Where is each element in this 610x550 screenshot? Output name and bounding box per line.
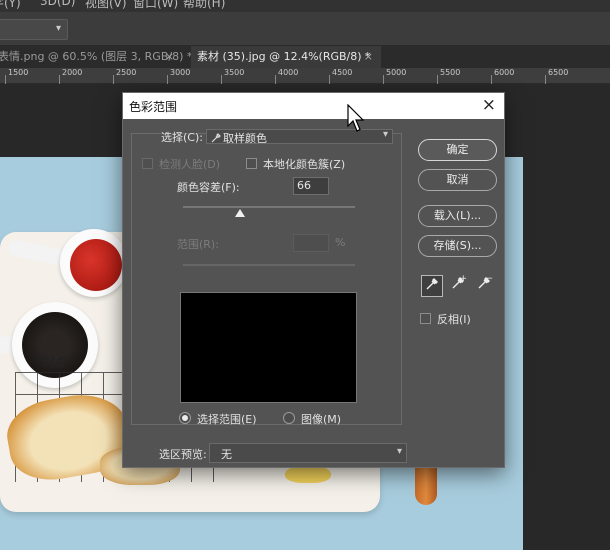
range-unit: %: [335, 236, 346, 249]
detect-faces-checkbox[interactable]: [142, 158, 153, 169]
select-label: 选择(C):: [161, 131, 203, 144]
menu-item-view[interactable]: 视图(V): [85, 0, 127, 11]
ruler-tick: 5000: [386, 68, 407, 77]
selection-radio[interactable]: [179, 412, 191, 424]
range-input[interactable]: [293, 234, 329, 252]
eyedropper-minus-icon[interactable]: −: [473, 275, 495, 297]
eyedropper-icon[interactable]: [421, 275, 443, 297]
ruler-tick: 4500: [332, 68, 353, 77]
tab-label: 表情.png @ 60.5% (图层 3, RGB/8) *: [0, 50, 193, 63]
localized-clusters-checkbox[interactable]: [246, 158, 257, 169]
select-value: 取样颜色: [223, 132, 267, 145]
ruler-tick: 3000: [170, 68, 191, 77]
menu-item-3d[interactable]: 3D(D): [40, 0, 75, 8]
mouse-cursor-icon: [347, 104, 365, 132]
selection-preview: [180, 292, 357, 403]
ruler-tick: 6500: [548, 68, 569, 77]
tab-label: 素材 (35).jpg @ 12.4%(RGB/8) *: [197, 50, 371, 63]
menu-bar: 文字(Y) 3D(D) 视图(V) 窗口(W) 帮助(H): [0, 0, 610, 12]
document-tab-bar: 表情.png @ 60.5% (图层 3, RGB/8) * × 素材 (35)…: [0, 46, 610, 68]
ruler-tick: 5500: [440, 68, 461, 77]
tab-document-1[interactable]: 表情.png @ 60.5% (图层 3, RGB/8) * ×: [0, 46, 192, 68]
ketchup: [70, 239, 122, 291]
fuzziness-label: 颜色容差(F):: [177, 181, 240, 194]
chevron-down-icon: ▾: [55, 23, 61, 34]
fuzziness-slider-track[interactable]: [183, 206, 355, 208]
localized-clusters-label: 本地化颜色簇(Z): [263, 158, 346, 171]
tab-document-2[interactable]: 素材 (35).jpg @ 12.4%(RGB/8) * ×: [191, 46, 381, 68]
menu-item-help[interactable]: 帮助(H): [183, 0, 225, 11]
image-radio[interactable]: [283, 412, 295, 424]
eyedropper-icon: [211, 133, 221, 143]
detect-faces-label: 检测人脸(D): [159, 158, 221, 171]
invert-checkbox[interactable]: [420, 313, 431, 324]
ruler-tick: 6000: [494, 68, 515, 77]
range-label: 范围(R):: [177, 238, 219, 251]
minus-modifier: −: [485, 274, 493, 284]
close-icon[interactable]: ×: [482, 95, 496, 115]
chevron-down-icon: ▾: [382, 129, 388, 140]
options-bar: [0, 12, 610, 46]
plus-modifier: +: [459, 274, 467, 284]
selection-radio-label: 选择范围(E): [197, 413, 257, 426]
eyedropper-plus-icon[interactable]: +: [447, 275, 469, 297]
color-range-dialog: 色彩范围 × 选择(C): 取样颜色 ▾ 检测人脸(D) 本地化颜色簇(Z) 颜…: [122, 92, 505, 468]
menu-item-type[interactable]: 文字(Y): [0, 0, 21, 11]
selection-preview-label: 选区预览:: [159, 448, 207, 461]
cancel-button[interactable]: 取消: [418, 169, 497, 191]
menu-item-window[interactable]: 窗口(W): [133, 0, 178, 11]
image-radio-label: 图像(M): [301, 413, 342, 426]
options-dropdown[interactable]: ▾: [0, 19, 68, 40]
load-button[interactable]: 载入(L)...: [418, 205, 497, 227]
close-icon[interactable]: ×: [364, 46, 373, 68]
ruler-tick: 2500: [116, 68, 137, 77]
chevron-down-icon: ▾: [396, 446, 402, 457]
ruler-tick: 3500: [224, 68, 245, 77]
range-slider-track[interactable]: [183, 264, 355, 266]
close-icon[interactable]: ×: [165, 46, 174, 68]
paper-print-text: TIC: [40, 355, 69, 371]
ruler-tick: 2000: [62, 68, 83, 77]
fuzziness-slider-thumb[interactable]: [234, 209, 245, 217]
dialog-title: 色彩范围: [129, 100, 178, 114]
ok-button[interactable]: 确定: [418, 139, 497, 161]
invert-label: 反相(I): [437, 313, 471, 326]
ruler-tick: 1500: [8, 68, 29, 77]
selection-preview-value: 无: [221, 448, 232, 461]
horizontal-ruler[interactable]: 1500 2000 2500 3000 3500 4000 4500 5000 …: [0, 68, 610, 84]
dialog-title-bar[interactable]: 色彩范围 ×: [123, 93, 504, 119]
ruler-tick: 4000: [278, 68, 299, 77]
selection-preview-dropdown[interactable]: 无 ▾: [209, 443, 407, 463]
save-button[interactable]: 存储(S)...: [418, 235, 497, 257]
fuzziness-input[interactable]: 66: [293, 177, 329, 195]
